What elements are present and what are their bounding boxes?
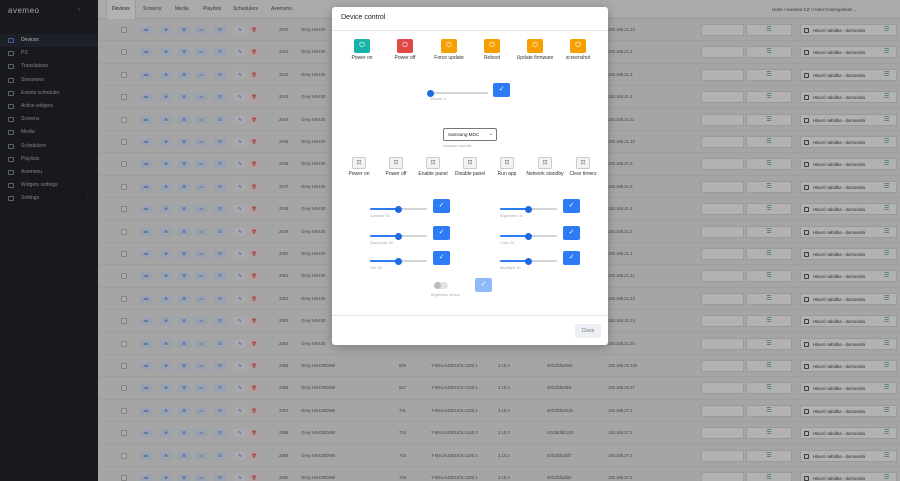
screenshot-icon[interactable]: ⏻ (570, 39, 586, 53)
slider-apply-button[interactable]: ✓ (433, 199, 450, 213)
slider-knob[interactable] (525, 232, 532, 240)
reboot-icon[interactable]: ⏻ (484, 39, 500, 53)
control-power-off[interactable]: ⏻ Power off (382, 39, 428, 61)
firmware-icon[interactable]: ⏻ (527, 39, 543, 53)
modal-title: Device control (341, 14, 386, 21)
control-update-firmware[interactable]: ⏻ Update firmware (512, 39, 558, 61)
command-icon[interactable]: ⊡ (426, 157, 440, 169)
slider-apply-button[interactable]: ✓ (563, 251, 580, 265)
power-icon[interactable]: ⏻ (397, 39, 413, 53)
control-label: Power off (394, 55, 416, 61)
setting-slider[interactable] (370, 231, 427, 241)
command-icon[interactable]: ⊡ (463, 157, 477, 169)
command-icon[interactable]: ⊡ (500, 157, 514, 169)
update-icon[interactable]: ⏻ (441, 39, 457, 53)
input-select-hint: Hardware specific (443, 144, 472, 148)
slider-knob[interactable] (525, 205, 532, 213)
slider-label: Backlight: 50 (500, 266, 521, 270)
power-icon[interactable]: ⏻ (354, 39, 370, 53)
setting-slider[interactable] (500, 204, 557, 214)
command-icon[interactable]: ⊡ (389, 157, 403, 169)
control-screenshot[interactable]: ⏻ screenshot (555, 39, 601, 61)
slider-apply-button[interactable]: ✓ (433, 226, 450, 240)
divider (332, 30, 608, 31)
slider-label: Sharpness: 50 (370, 241, 394, 245)
brightness-sensor-label: Brightness sensor (431, 293, 460, 297)
slider-knob[interactable] (525, 257, 532, 265)
chevron-down-icon: ⌄ (488, 131, 493, 137)
control-label: Reboot (483, 55, 501, 61)
control-label: Force update (434, 55, 464, 61)
command-icon[interactable]: ⊡ (576, 157, 590, 169)
control-label: Power on (351, 55, 373, 61)
slider-knob[interactable] (395, 257, 402, 265)
brightness-sensor-toggle[interactable] (434, 282, 448, 289)
device-control-modal: Device control ⏻ Power on ⏻ Power off ⏻ Force… (332, 7, 608, 345)
slider-apply-button[interactable]: ✓ (563, 199, 580, 213)
mdc-clear-timers[interactable]: ⊡ Clear timers (560, 157, 606, 177)
control-label: Clear timers (569, 171, 597, 177)
control-force-update[interactable]: ⏻ Force update (426, 39, 472, 61)
slider-label: Tint: 50 (370, 266, 382, 270)
close-button[interactable]: Close (575, 324, 601, 338)
slider-apply-button[interactable]: ✓ (433, 251, 450, 265)
control-label: screenshot (565, 55, 591, 61)
slider-label: Brightness: 50 (500, 214, 523, 218)
volume-apply-button[interactable]: ✓ (493, 83, 510, 97)
command-icon[interactable]: ⊡ (352, 157, 366, 169)
slider-knob[interactable] (395, 205, 402, 213)
slider-label: Color: 50 (500, 241, 515, 245)
volume-label: Volume: 0 (430, 97, 446, 101)
setting-slider[interactable] (500, 231, 557, 241)
control-power-on[interactable]: ⏻ Power on (339, 39, 385, 61)
setting-slider[interactable] (500, 256, 557, 266)
volume-knob[interactable] (426, 89, 434, 97)
slider-knob[interactable] (395, 232, 402, 240)
divider (332, 315, 608, 316)
input-source-select[interactable]: Samsung MDC ⌄ (443, 128, 497, 141)
control-reboot[interactable]: ⏻ Reboot (469, 39, 515, 61)
app-window: avemeo ‹ Devices PS Translations Streamers E… (0, 0, 900, 481)
setting-slider[interactable] (370, 204, 427, 214)
setting-slider[interactable] (370, 256, 427, 266)
control-label: Update firmware (516, 55, 554, 61)
slider-label: Contrast: 50 (370, 214, 390, 218)
slider-apply-button[interactable]: ✓ (563, 226, 580, 240)
brightness-sensor-apply-button[interactable]: ✓ (475, 278, 492, 292)
command-icon[interactable]: ⊡ (538, 157, 552, 169)
